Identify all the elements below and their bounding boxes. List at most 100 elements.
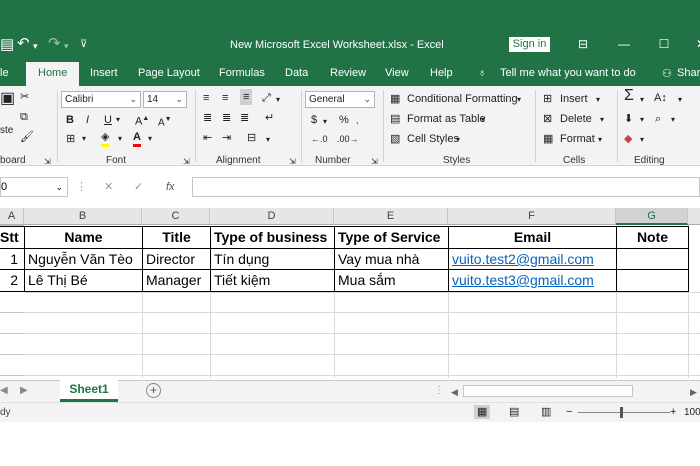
chevron-down-icon[interactable]: ▾ (598, 133, 602, 147)
currency-dropdown-icon[interactable]: ▾ (323, 115, 327, 129)
tab-help[interactable]: Help (430, 67, 453, 79)
scroll-prev-sheet-icon[interactable]: ◀ (0, 384, 8, 398)
email-link[interactable]: vuito.test2@gmail.com (449, 248, 616, 270)
font-color-dropdown-icon[interactable]: ▾ (148, 132, 152, 146)
bold-button[interactable]: B (66, 113, 74, 127)
zoom-slider-thumb[interactable] (620, 407, 623, 418)
column-header-a[interactable]: A (0, 208, 24, 225)
insert-function-icon[interactable]: fx (166, 180, 175, 194)
tab-insert[interactable]: Insert (90, 67, 118, 79)
add-sheet-icon[interactable]: + (146, 383, 161, 398)
chevron-down-icon[interactable]: ▾ (517, 93, 521, 107)
autosum-icon[interactable]: Σ (624, 88, 634, 104)
underline-dropdown-icon[interactable]: ▾ (116, 113, 120, 127)
find-select-icon[interactable]: ⌕ (655, 112, 661, 126)
worksheet-grid[interactable]: A B C D E F G Stt Name Title Type of bus… (0, 208, 700, 378)
horizontal-scrollbar-thumb[interactable] (463, 385, 633, 397)
redo-dropdown-icon[interactable]: ▾ (64, 38, 69, 54)
sheet-scroll-handle-icon[interactable]: ⋮ (434, 384, 444, 398)
header-cell-business[interactable]: Type of business (211, 226, 334, 248)
borders-dropdown-icon[interactable]: ▾ (82, 132, 86, 146)
formula-bar-handle-icon[interactable]: ⋮ (76, 180, 87, 194)
header-cell-name[interactable]: Name (25, 226, 142, 248)
increase-decimal-icon[interactable]: ←.0 (311, 132, 328, 146)
table-cell-business[interactable]: Tín dụng (211, 248, 334, 270)
font-name-select[interactable]: Calibri ⌄ (61, 91, 141, 108)
column-header-d[interactable]: D (210, 208, 334, 225)
save-icon[interactable]: ▤ (0, 37, 14, 53)
close-button[interactable]: ✕ (691, 37, 700, 51)
minimize-button[interactable]: — (614, 37, 634, 51)
insert-cells-button[interactable]: Insert (560, 92, 588, 106)
header-cell-email[interactable]: Email (449, 226, 616, 248)
share-person-icon[interactable]: ⚇ (662, 67, 672, 80)
orientation-dropdown-icon[interactable]: ▾ (276, 93, 280, 107)
enter-icon[interactable]: ✓ (134, 180, 143, 194)
maximize-button[interactable]: ☐ (654, 37, 674, 51)
autosum-dropdown-icon[interactable]: ▾ (640, 93, 644, 107)
table-cell-name[interactable]: Nguyễn Văn Tèo (25, 248, 142, 270)
sign-in-button[interactable]: Sign in (509, 37, 550, 52)
bottom-align-icon[interactable]: ≡ (240, 89, 253, 105)
name-box[interactable]: 0 ⌄ (0, 177, 68, 197)
font-size-select[interactable]: 14 ⌄ (143, 91, 187, 108)
chevron-down-icon[interactable]: ▾ (456, 133, 460, 147)
align-center-icon[interactable]: ≣ (222, 111, 231, 125)
table-cell-name[interactable]: Lê Thị Bé (25, 269, 142, 291)
top-align-icon[interactable]: ≡ (203, 91, 209, 105)
tell-me-search[interactable]: Tell me what you want to do (500, 67, 636, 79)
insert-cells-icon[interactable]: ⊞ (543, 92, 552, 106)
redo-icon[interactable]: ↷ (48, 36, 61, 52)
email-link[interactable]: vuito.test3@gmail.com (449, 269, 616, 291)
column-header-b[interactable]: B (24, 208, 142, 225)
table-cell-stt[interactable]: 1 (0, 248, 24, 270)
decrease-decimal-icon[interactable]: .00→ (337, 132, 359, 146)
merge-center-icon[interactable]: ⊟ (247, 131, 256, 145)
sort-filter-icon[interactable]: A↕ (654, 91, 667, 105)
clear-dropdown-icon[interactable]: ▾ (640, 133, 644, 147)
undo-dropdown-icon[interactable]: ▾ (33, 38, 38, 54)
number-format-select[interactable]: General ⌄ (305, 91, 375, 108)
delete-cells-button[interactable]: Delete (560, 112, 592, 126)
header-cell-service[interactable]: Type of Service (335, 226, 448, 248)
italic-button[interactable]: I (86, 113, 89, 127)
increase-indent-icon[interactable]: ⇥ (222, 131, 231, 145)
tab-data[interactable]: Data (285, 67, 308, 79)
find-dropdown-icon[interactable]: ▾ (671, 113, 675, 127)
page-layout-view-icon[interactable]: ▤ (509, 405, 519, 419)
merge-dropdown-icon[interactable]: ▾ (266, 133, 270, 147)
table-cell-stt[interactable]: 2 (0, 269, 24, 291)
tab-home[interactable]: Home (26, 62, 80, 86)
header-cell-title[interactable]: Title (143, 226, 210, 248)
decrease-indent-icon[interactable]: ⇤ (203, 131, 212, 145)
font-color-icon[interactable]: A (133, 130, 141, 147)
scroll-right-icon[interactable]: ▶ (690, 385, 697, 399)
conditional-formatting-button[interactable]: Conditional Formatting (407, 92, 518, 106)
borders-icon[interactable]: ⊞ (66, 132, 75, 146)
decrease-font-icon[interactable]: A▼ (158, 113, 172, 130)
wrap-text-icon[interactable]: ↵ (265, 111, 274, 125)
cut-icon[interactable]: ✂ (20, 90, 29, 104)
copy-icon[interactable]: ⧉ (20, 110, 28, 124)
zoom-level[interactable]: 100 (684, 406, 700, 420)
chevron-down-icon[interactable]: ▾ (600, 113, 604, 127)
currency-button[interactable]: $ (311, 113, 317, 127)
cell-styles-icon[interactable]: ▧ (390, 132, 400, 146)
percent-button[interactable]: % (339, 113, 349, 127)
paste-icon[interactable]: ▣ (0, 91, 15, 107)
zoom-slider[interactable] (578, 412, 670, 413)
format-painter-icon[interactable]: 🖌 (20, 130, 34, 144)
conditional-formatting-icon[interactable]: ▦ (390, 92, 400, 106)
header-cell-note[interactable]: Note (617, 226, 688, 248)
chevron-down-icon[interactable]: ▾ (596, 93, 600, 107)
zoom-out-icon[interactable]: − (566, 405, 572, 419)
customize-qat-icon[interactable]: ⊽ (80, 37, 87, 53)
table-cell-title[interactable]: Director (143, 248, 210, 270)
tab-review[interactable]: Review (330, 67, 366, 79)
undo-icon[interactable]: ↶ (17, 36, 30, 52)
table-cell-service[interactable]: Vay mua nhà (335, 248, 448, 270)
fill-dropdown-icon[interactable]: ▾ (640, 113, 644, 127)
format-cells-button[interactable]: Format (560, 132, 595, 146)
column-header-e[interactable]: E (334, 208, 448, 225)
font-launcher-icon[interactable]: ⇲ (183, 155, 190, 169)
